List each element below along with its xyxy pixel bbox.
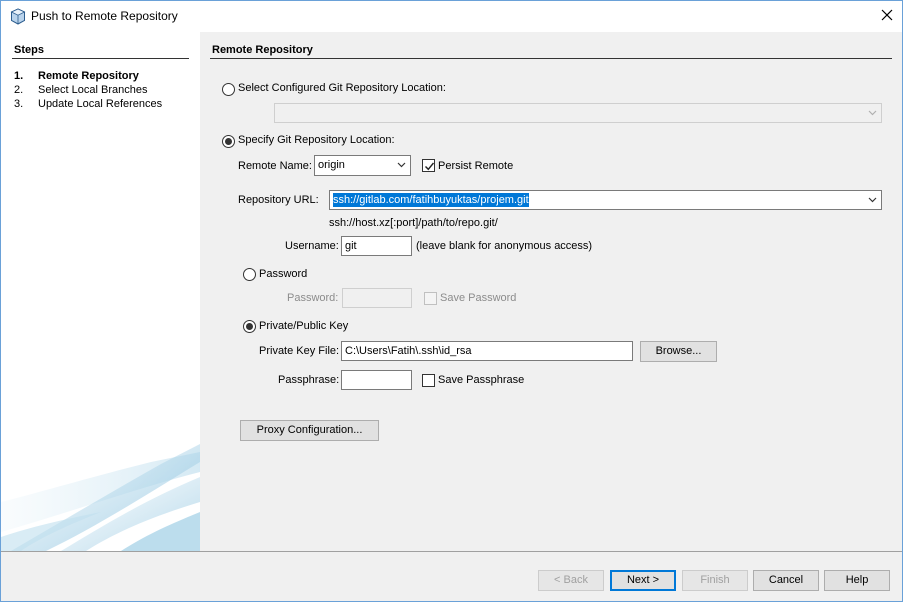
panel-title: Remote Repository <box>212 44 313 56</box>
button-bar: < Back Next > Finish Cancel Help <box>1 551 902 601</box>
repository-url-label: Repository URL: <box>238 194 319 206</box>
specify-location-label: Specify Git Repository Location: <box>238 134 395 146</box>
persist-remote-checkbox[interactable] <box>422 159 435 172</box>
finish-button[interactable]: Finish <box>682 570 748 591</box>
configured-location-radio[interactable] <box>222 83 235 96</box>
specify-location-radio[interactable] <box>222 135 235 148</box>
repository-url-hint: ssh://host.xz[:port]/path/to/repo.git/ <box>329 217 498 229</box>
private-key-file-label: Private Key File: <box>259 345 340 357</box>
password-auth-radio[interactable] <box>243 268 256 281</box>
step-label: Update Local References <box>38 98 163 110</box>
private-key-auth-radio[interactable] <box>243 320 256 333</box>
steps-divider <box>12 58 189 59</box>
passphrase-input[interactable] <box>341 370 412 390</box>
save-password-label: Save Password <box>440 292 517 304</box>
remote-name-value: origin <box>318 159 345 171</box>
chevron-down-icon <box>868 197 877 203</box>
username-label: Username: <box>285 240 339 252</box>
steps-title: Steps <box>14 44 44 56</box>
step-remote-repository: 1. Remote Repository <box>14 70 139 82</box>
repository-url-combo[interactable]: ssh://gitlab.com/fatihbuyuktas/projem.gi… <box>329 190 882 210</box>
chevron-down-icon <box>868 110 877 116</box>
cancel-button[interactable]: Cancel <box>753 570 819 591</box>
back-button[interactable]: < Back <box>538 570 604 591</box>
steps-panel: Steps 1. Remote Repository 2. Select Local… <box>1 32 200 551</box>
private-key-file-value: C:\Users\Fatih\.ssh\id_rsa <box>345 345 472 357</box>
save-password-checkbox[interactable] <box>424 292 437 305</box>
close-button[interactable] <box>872 1 902 31</box>
step-number: 1. <box>14 70 24 82</box>
step-number: 2. <box>14 84 24 96</box>
step-select-local-branches: 2. Select Local Branches <box>14 84 147 96</box>
decorative-swoosh-image <box>1 444 200 551</box>
configured-location-combo[interactable] <box>274 103 882 123</box>
panel-divider <box>210 58 892 59</box>
checkmark-icon <box>425 162 435 171</box>
username-hint: (leave blank for anonymous access) <box>416 240 593 252</box>
save-passphrase-checkbox[interactable] <box>422 374 435 387</box>
step-label: Remote Repository <box>38 70 139 82</box>
window-title: Push to Remote Repository <box>31 9 178 23</box>
private-key-file-input[interactable]: C:\Users\Fatih\.ssh\id_rsa <box>341 341 633 361</box>
step-number: 3. <box>14 98 24 110</box>
proxy-configuration-button[interactable]: Proxy Configuration... <box>240 420 379 441</box>
close-icon <box>881 9 893 21</box>
password-label: Password: <box>287 292 339 304</box>
browse-button[interactable]: Browse... <box>640 341 717 362</box>
password-auth-label: Password <box>259 268 308 280</box>
chevron-down-icon <box>397 162 406 168</box>
configured-location-label: Select Configured Git Repository Locatio… <box>238 82 446 94</box>
save-passphrase-label: Save Passphrase <box>438 374 525 386</box>
persist-remote-label: Persist Remote <box>438 160 514 172</box>
remote-name-label: Remote Name: <box>238 160 312 172</box>
password-input[interactable] <box>342 288 412 308</box>
step-label: Select Local Branches <box>38 84 148 96</box>
title-bar[interactable]: Push to Remote Repository <box>1 1 902 32</box>
step-update-local-references: 3. Update Local References <box>14 98 162 110</box>
dialog-window: Push to Remote Repository Steps 1. Remote… <box>0 0 903 602</box>
content-panel: Remote Repository Select Configured Git … <box>200 32 902 551</box>
remote-name-combo[interactable]: origin <box>314 155 411 176</box>
username-value: git <box>345 240 357 252</box>
app-icon <box>10 8 26 25</box>
repository-url-value[interactable]: ssh://gitlab.com/fatihbuyuktas/projem.gi… <box>333 193 529 207</box>
passphrase-label: Passphrase: <box>278 374 340 386</box>
username-input[interactable]: git <box>341 236 412 256</box>
private-key-auth-label: Private/Public Key <box>259 320 349 332</box>
help-button[interactable]: Help <box>824 570 890 591</box>
next-button[interactable]: Next > <box>610 570 676 591</box>
